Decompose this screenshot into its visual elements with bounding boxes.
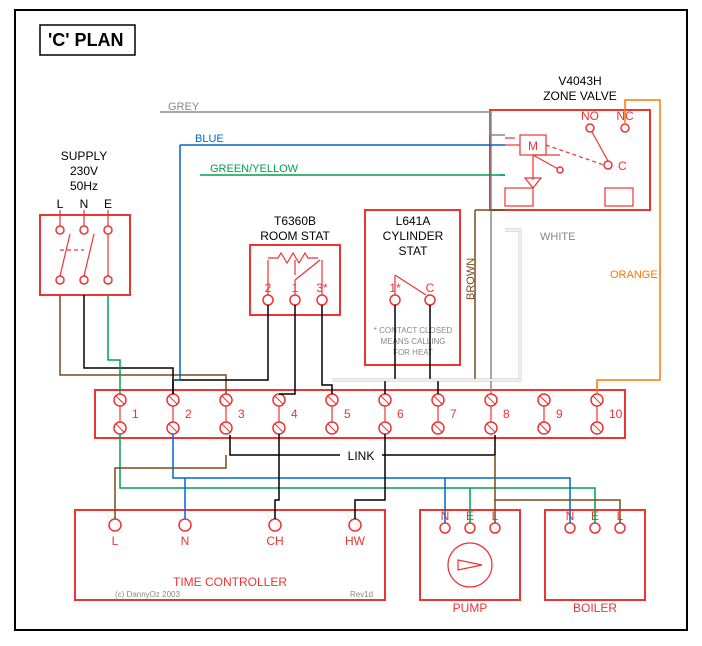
wire-rs-2-t2 xyxy=(173,305,268,394)
boiler-e-term xyxy=(590,523,600,533)
ts-9: 9 xyxy=(556,407,563,421)
boiler-n-term xyxy=(565,523,575,533)
tc-hw-term xyxy=(349,519,361,531)
tc-l-term xyxy=(109,519,121,531)
room-stat-t3 xyxy=(317,295,327,305)
room-stat-resistor xyxy=(268,253,318,263)
boiler-block: N E L BOILER xyxy=(545,509,645,615)
room-stat-block: T6360B ROOM STAT 2 1 3* xyxy=(250,214,340,315)
tc-n-term xyxy=(179,519,191,531)
cyl-stat-tc-label: C xyxy=(426,281,435,295)
pump-label: PUMP xyxy=(453,601,488,615)
cyl-note3: FOR HEAT xyxy=(393,348,433,357)
ts-6: 6 xyxy=(397,407,404,421)
wire-label-blue: BLUE xyxy=(195,133,224,145)
supply-block: SUPPLY 230V 50Hz L N E xyxy=(40,149,130,295)
ts-3: 3 xyxy=(238,407,245,421)
room-stat-model: T6360B xyxy=(274,214,316,228)
wire-label-gy: GREEN/YELLOW xyxy=(210,163,299,175)
wire-label-orange: ORANGE xyxy=(610,269,658,281)
zone-valve-no-term xyxy=(586,124,594,132)
cyl-note1: * CONTACT CLOSED xyxy=(374,326,453,335)
boiler-label: BOILER xyxy=(573,601,617,615)
terminal-strip: 1 2 3 4 5 6 xyxy=(95,390,625,438)
wire-supply-l-t3 xyxy=(60,295,226,394)
zone-valve-c: C xyxy=(618,159,627,173)
tc-n: N xyxy=(181,534,190,548)
pump-block: N E L PUMP xyxy=(420,509,520,615)
zone-valve-m: M xyxy=(528,139,538,153)
zone-valve-model: V4043H xyxy=(558,74,601,88)
zone-valve-block: V4043H ZONE VALVE M NO NC C xyxy=(490,74,650,210)
cyl-stat-tc xyxy=(425,295,435,305)
zone-valve-no: NO xyxy=(581,109,599,123)
tc-ch: CH xyxy=(266,534,283,548)
supply-switch xyxy=(56,210,112,284)
zone-valve-nc-term xyxy=(621,124,629,132)
pump-e-term xyxy=(465,523,475,533)
cylinder-stat-block: L641A CYLINDER STAT 1* C * CONTACT CLOSE… xyxy=(365,210,460,365)
link-bar: LINK xyxy=(230,435,495,463)
room-stat-t1 xyxy=(290,295,300,305)
wire-rs-1-t4 xyxy=(279,305,295,394)
ts-2: 2 xyxy=(185,407,192,421)
tc-ch-term xyxy=(269,519,281,531)
ts-4: 4 xyxy=(291,407,298,421)
wire-rs-3-t5 xyxy=(322,305,332,394)
wire-label-white: WHITE xyxy=(540,231,575,243)
pump-l-term xyxy=(490,523,500,533)
room-stat-label: ROOM STAT xyxy=(260,229,330,243)
wire-label-grey: GREY xyxy=(168,101,200,113)
wire-supply-e-t1 xyxy=(108,295,120,394)
wire-supply-n-t2 xyxy=(84,295,173,394)
room-stat-t2 xyxy=(263,295,273,305)
cyl-stat-label2: STAT xyxy=(399,244,429,258)
supply-n: N xyxy=(80,197,89,211)
ts-5: 5 xyxy=(344,407,351,421)
wiring-diagram: 'C' PLAN SUPPLY 230V 50Hz L N E V4043H xyxy=(0,0,702,641)
cyl-stat-label1: CYLINDER xyxy=(383,229,444,243)
wire-tc-ch-t4 xyxy=(275,434,279,519)
pump-n-term xyxy=(440,523,450,533)
ts-8: 8 xyxy=(503,407,510,421)
zone-valve-label: ZONE VALVE xyxy=(543,89,617,103)
link-label: LINK xyxy=(348,449,375,463)
ts-10: 10 xyxy=(609,407,623,421)
cyl-stat-t1 xyxy=(390,295,400,305)
terminal-strip-terms: 1 2 3 4 5 6 xyxy=(114,394,623,434)
rev: Rev1d xyxy=(350,590,373,599)
pump-icon xyxy=(448,543,492,587)
boiler-l-term xyxy=(615,523,625,533)
tc-hw: HW xyxy=(345,534,366,548)
ts-1: 1 xyxy=(132,407,139,421)
ts-7: 7 xyxy=(450,407,457,421)
title-text: 'C' PLAN xyxy=(48,30,124,50)
zone-valve-body xyxy=(505,155,633,206)
time-controller-block: L N CH HW TIME CONTROLLER (c) DannyOz 20… xyxy=(75,510,385,600)
zone-valve-c-term xyxy=(604,161,612,169)
copyright: (c) DannyOz 2003 xyxy=(115,590,180,599)
supply-freq: 50Hz xyxy=(70,179,98,193)
cyl-stat-model: L641A xyxy=(396,214,431,228)
supply-voltage: 230V xyxy=(70,164,98,178)
supply-label: SUPPLY xyxy=(61,149,107,163)
wire-t8-live-bus xyxy=(495,455,620,523)
tc-label: TIME CONTROLLER xyxy=(173,575,287,589)
supply-l: L xyxy=(57,197,64,211)
wire-tc-hw-t6 xyxy=(355,434,385,519)
cyl-note2: MEANS CALLING xyxy=(381,337,446,346)
supply-e: E xyxy=(104,197,112,211)
tc-l: L xyxy=(112,534,119,548)
wire-label-brown: BROWN xyxy=(465,258,477,300)
